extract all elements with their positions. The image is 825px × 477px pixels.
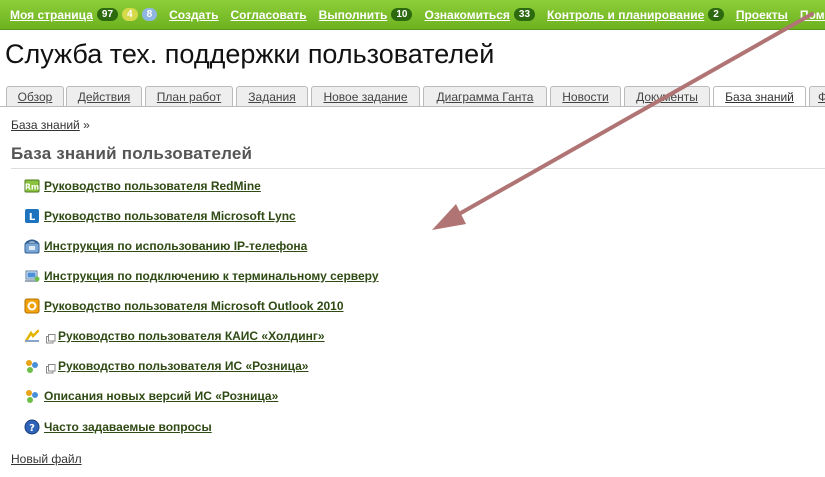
top-menu: Моя страница 97 4 8 Создать Согласовать … [0,0,825,30]
doc-link[interactable]: Руководство пользователя Microsoft Outlo… [44,299,344,313]
tab-bar: Обзор Действия План работ Задания Новое … [0,82,825,107]
help-icon: ? [24,419,40,435]
nav-help[interactable]: Помощь [800,8,825,22]
retail-icon [24,358,40,374]
tab-overview[interactable]: Обзор [6,86,64,106]
external-link-icon [46,361,56,374]
list-item: Описания новых версий ИС «Розница» [24,387,278,405]
doc-link[interactable]: Руководство пользователя ИС «Розница» [58,359,308,373]
doc-link[interactable]: Руководство пользователя RedMine [44,179,261,193]
tab-gantt[interactable]: Диаграмма Ганта [423,86,547,106]
tab-files[interactable]: Ф [809,86,825,106]
tab-documents[interactable]: Документы [624,86,710,106]
badge-count: 8 [141,8,158,21]
lync-icon: L [24,208,40,224]
tab-new-issue[interactable]: Новое задание [311,86,420,106]
badge-count: 4 [122,8,138,21]
page-header: Служба тех. поддержки пользователей [0,30,825,85]
breadcrumb-separator: » [83,118,90,132]
list-item: Руководство пользователя КАИС «Холдинг» [24,327,325,345]
badge-count: 97 [96,8,119,21]
list-item: L Руководство пользователя Microsoft Lyn… [24,207,296,225]
nav-control-planning[interactable]: Контроль и планирование 2 [547,8,724,22]
badge-count: 10 [391,8,413,21]
nav-my-page[interactable]: Моя страница 97 4 8 [10,8,158,22]
outlook-icon [24,298,40,314]
badge-count: 33 [513,8,536,21]
new-file-link[interactable]: Новый файл [11,452,82,466]
terminal-server-icon [24,268,40,284]
nav-execute[interactable]: Выполнить 10 [319,8,413,22]
svg-text:L: L [29,212,36,223]
nav-create[interactable]: Создать [169,8,218,22]
badge-count: 2 [708,8,724,21]
doc-link[interactable]: Руководство пользователя КАИС «Холдинг» [58,329,325,343]
nav-projects[interactable]: Проекты [736,8,788,22]
section-title: База знаний пользователей [11,144,253,163]
retail-icon [24,388,40,404]
kais-icon [24,328,40,344]
doc-link[interactable]: Инструкция по использованию IP-телефона [44,239,307,253]
doc-link[interactable]: Описания новых версий ИС «Розница» [44,389,278,403]
tab-roadmap[interactable]: План работ [145,86,233,106]
tab-knowledge-base[interactable]: База знаний [713,86,806,106]
list-item: Rm Руководство пользователя RedMine [24,177,261,195]
breadcrumb: База знаний » [11,118,90,132]
svg-text:?: ? [29,423,35,434]
list-item: ? Часто задаваемые вопросы [24,418,212,436]
list-item: Руководство пользователя Microsoft Outlo… [24,297,344,315]
doc-link[interactable]: Часто задаваемые вопросы [44,420,212,434]
tab-activity[interactable]: Действия [66,86,142,106]
nav-review[interactable]: Ознакомиться 33 [424,8,536,22]
main-content: База знаний » База знаний пользователей … [0,107,825,477]
tab-issues[interactable]: Задания [236,86,308,106]
list-item: Инструкция по использованию IP-телефона [24,237,307,255]
svg-text:Rm: Rm [25,183,40,192]
phone-icon [24,238,40,254]
doc-link[interactable]: Руководство пользователя Microsoft Lync [44,209,296,223]
tab-news[interactable]: Новости [550,86,621,106]
page-title: Служба тех. поддержки пользователей [5,39,495,69]
breadcrumb-knowledge-base[interactable]: База знаний [11,118,80,132]
redmine-icon: Rm [24,178,40,194]
doc-link[interactable]: Инструкция по подключению к терминальном… [44,269,379,283]
list-item: Руководство пользователя ИС «Розница» [24,357,308,375]
list-item: Инструкция по подключению к терминальном… [24,267,379,285]
section-divider [11,168,825,169]
nav-approve[interactable]: Согласовать [231,8,307,22]
external-link-icon [46,331,56,344]
